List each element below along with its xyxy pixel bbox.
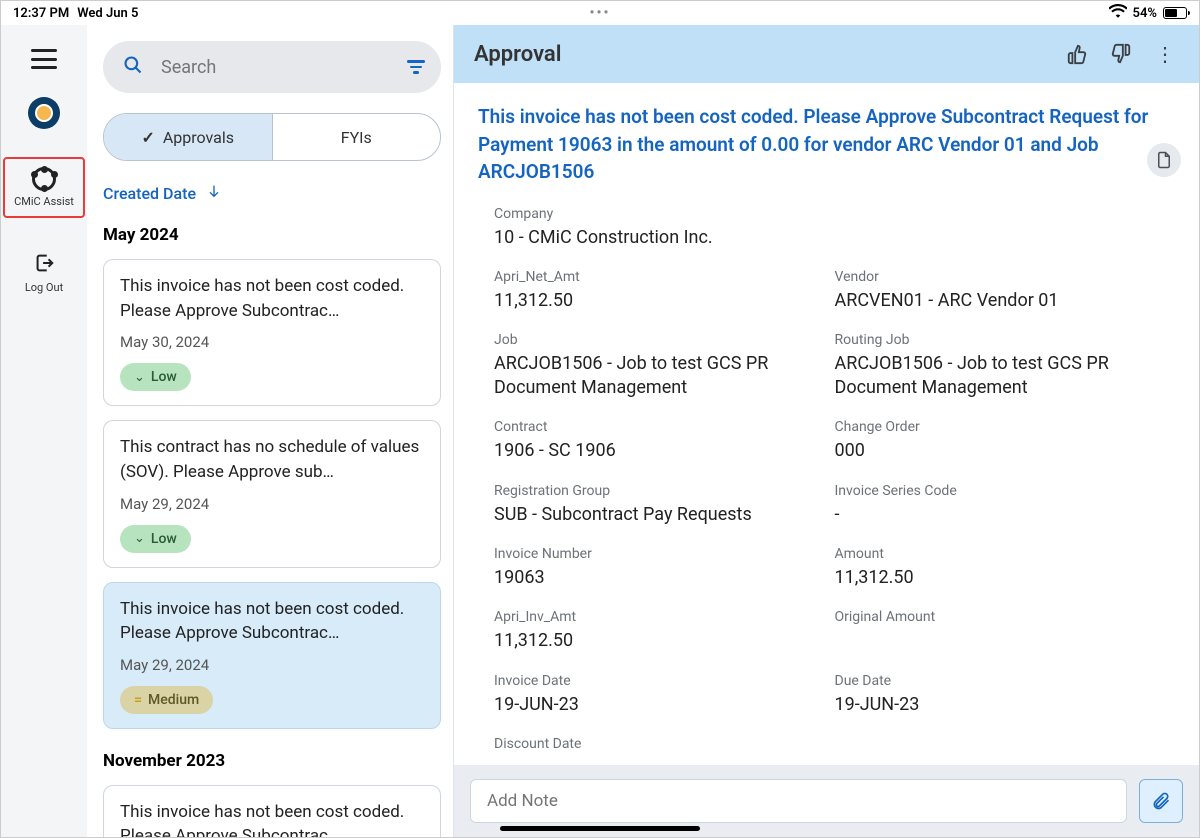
list-item-title: This contract has no schedule of values … xyxy=(120,435,424,484)
month-header: November 2023 xyxy=(103,751,441,771)
list-item-date: May 29, 2024 xyxy=(120,656,424,674)
list-item[interactable]: This contract has no schedule of values … xyxy=(103,420,441,567)
tab-label: Approvals xyxy=(163,128,234,147)
field-label: Apri_Net_Amt xyxy=(494,269,835,285)
assist-icon xyxy=(32,167,56,191)
detail-header: Approval ⋮ xyxy=(454,25,1199,83)
list-item[interactable]: This invoice has not been cost coded. Pl… xyxy=(103,785,441,837)
status-date: Wed Jun 5 xyxy=(77,6,138,21)
attachment-button[interactable] xyxy=(1147,143,1181,177)
field-label: Contract xyxy=(494,419,835,435)
field-value: 19063 xyxy=(494,566,824,589)
field-value: 11,312.50 xyxy=(494,289,824,312)
detail-body: This invoice has not been cost coded. Pl… xyxy=(454,83,1199,765)
attach-note-button[interactable] xyxy=(1139,779,1183,823)
field-value: 10 - CMiC Construction Inc. xyxy=(494,226,824,249)
menu-icon[interactable] xyxy=(31,49,57,69)
tabs: ✓ Approvals FYIs xyxy=(103,113,441,161)
field-label: Vendor xyxy=(835,269,1176,285)
field-label: Discount Date xyxy=(494,736,1175,752)
field-label: Invoice Series Code xyxy=(835,483,1176,499)
month-header: May 2024 xyxy=(103,225,441,245)
avatar[interactable] xyxy=(28,97,60,129)
tab-label: FYIs xyxy=(341,128,372,147)
search-icon xyxy=(123,55,143,80)
filter-icon[interactable] xyxy=(407,60,425,74)
list-item-date: May 30, 2024 xyxy=(120,333,424,351)
home-indicator xyxy=(500,826,700,831)
priority-badge: Medium xyxy=(120,686,213,714)
field-label: Due Date xyxy=(835,673,1176,689)
field-value: - xyxy=(835,503,1165,526)
page-title: Approval xyxy=(474,42,1047,67)
field-value: 000 xyxy=(835,439,1165,462)
field-label: Job xyxy=(494,332,835,348)
field-label: Invoice Date xyxy=(494,673,835,689)
field-label: Original Amount xyxy=(835,609,1176,625)
field-value: ARCJOB1506 - Job to test GCS PR Document… xyxy=(494,352,824,399)
field-value: 11,312.50 xyxy=(494,629,824,652)
field-value: 1906 - SC 1906 xyxy=(494,439,824,462)
list-item-title: This invoice has not been cost coded. Pl… xyxy=(120,800,424,837)
list-item-date: May 29, 2024 xyxy=(120,495,424,513)
battery-icon xyxy=(1163,7,1187,19)
search-input[interactable] xyxy=(161,57,389,78)
field-label: Company xyxy=(494,206,1175,222)
arrow-down-icon xyxy=(206,183,222,203)
list-item[interactable]: This invoice has not been cost coded. Pl… xyxy=(103,259,441,406)
check-icon: ✓ xyxy=(141,128,154,147)
field-label: Apri_Inv_Amt xyxy=(494,609,835,625)
sort-control[interactable]: Created Date xyxy=(103,183,441,203)
list-item-title: This invoice has not been cost coded. Pl… xyxy=(120,597,424,646)
priority-badge: Low xyxy=(120,363,191,391)
more-icon[interactable]: ⋮ xyxy=(1151,40,1179,68)
list-item[interactable]: This invoice has not been cost coded. Pl… xyxy=(103,582,441,729)
tab-approvals[interactable]: ✓ Approvals xyxy=(104,114,273,160)
search-bar[interactable] xyxy=(103,41,441,93)
field-label: Amount xyxy=(835,546,1176,562)
field-value: ARCVEN01 - ARC Vendor 01 xyxy=(835,289,1165,312)
list-pane: ✓ Approvals FYIs Created Date May 2024 T… xyxy=(87,25,453,837)
sidebar-item-logout[interactable]: Log Out xyxy=(23,246,65,300)
logout-icon xyxy=(33,252,55,277)
field-value: SUB - Subcontract Pay Requests xyxy=(494,503,824,526)
battery-percent: 54% xyxy=(1133,6,1157,21)
field-value: 19-JUN-23 xyxy=(494,693,824,716)
detail-pane: Approval ⋮ This invoice has not been cos… xyxy=(453,25,1199,837)
status-bar: 12:37 PM Wed Jun 5 ••• 54% xyxy=(1,1,1199,25)
grab-dots-icon: ••• xyxy=(590,5,611,21)
field-label: Registration Group xyxy=(494,483,835,499)
field-label: Change Order xyxy=(835,419,1176,435)
thumbs-up-button[interactable] xyxy=(1063,40,1091,68)
tab-fyis[interactable]: FYIs xyxy=(273,114,441,160)
priority-badge: Low xyxy=(120,525,191,553)
thumbs-down-button[interactable] xyxy=(1107,40,1135,68)
wifi-icon xyxy=(1109,4,1127,22)
field-value: ARCJOB1506 - Job to test GCS PR Document… xyxy=(835,352,1165,399)
sort-label: Created Date xyxy=(103,184,196,203)
sidebar-item-label: CMiC Assist xyxy=(14,195,74,208)
note-input[interactable] xyxy=(470,779,1127,823)
sidebar: CMiC Assist Log Out xyxy=(1,25,87,837)
field-value: 19-JUN-23 xyxy=(835,693,1165,716)
sidebar-item-label: Log Out xyxy=(25,281,63,294)
subject-text: This invoice has not been cost coded. Pl… xyxy=(478,103,1168,186)
sidebar-item-cmic-assist[interactable]: CMiC Assist xyxy=(3,157,85,218)
field-value: 11,312.50 xyxy=(835,566,1165,589)
field-label: Invoice Number xyxy=(494,546,835,562)
field-label: Routing Job xyxy=(835,332,1176,348)
list-item-title: This invoice has not been cost coded. Pl… xyxy=(120,274,424,323)
status-time: 12:37 PM xyxy=(13,6,69,21)
